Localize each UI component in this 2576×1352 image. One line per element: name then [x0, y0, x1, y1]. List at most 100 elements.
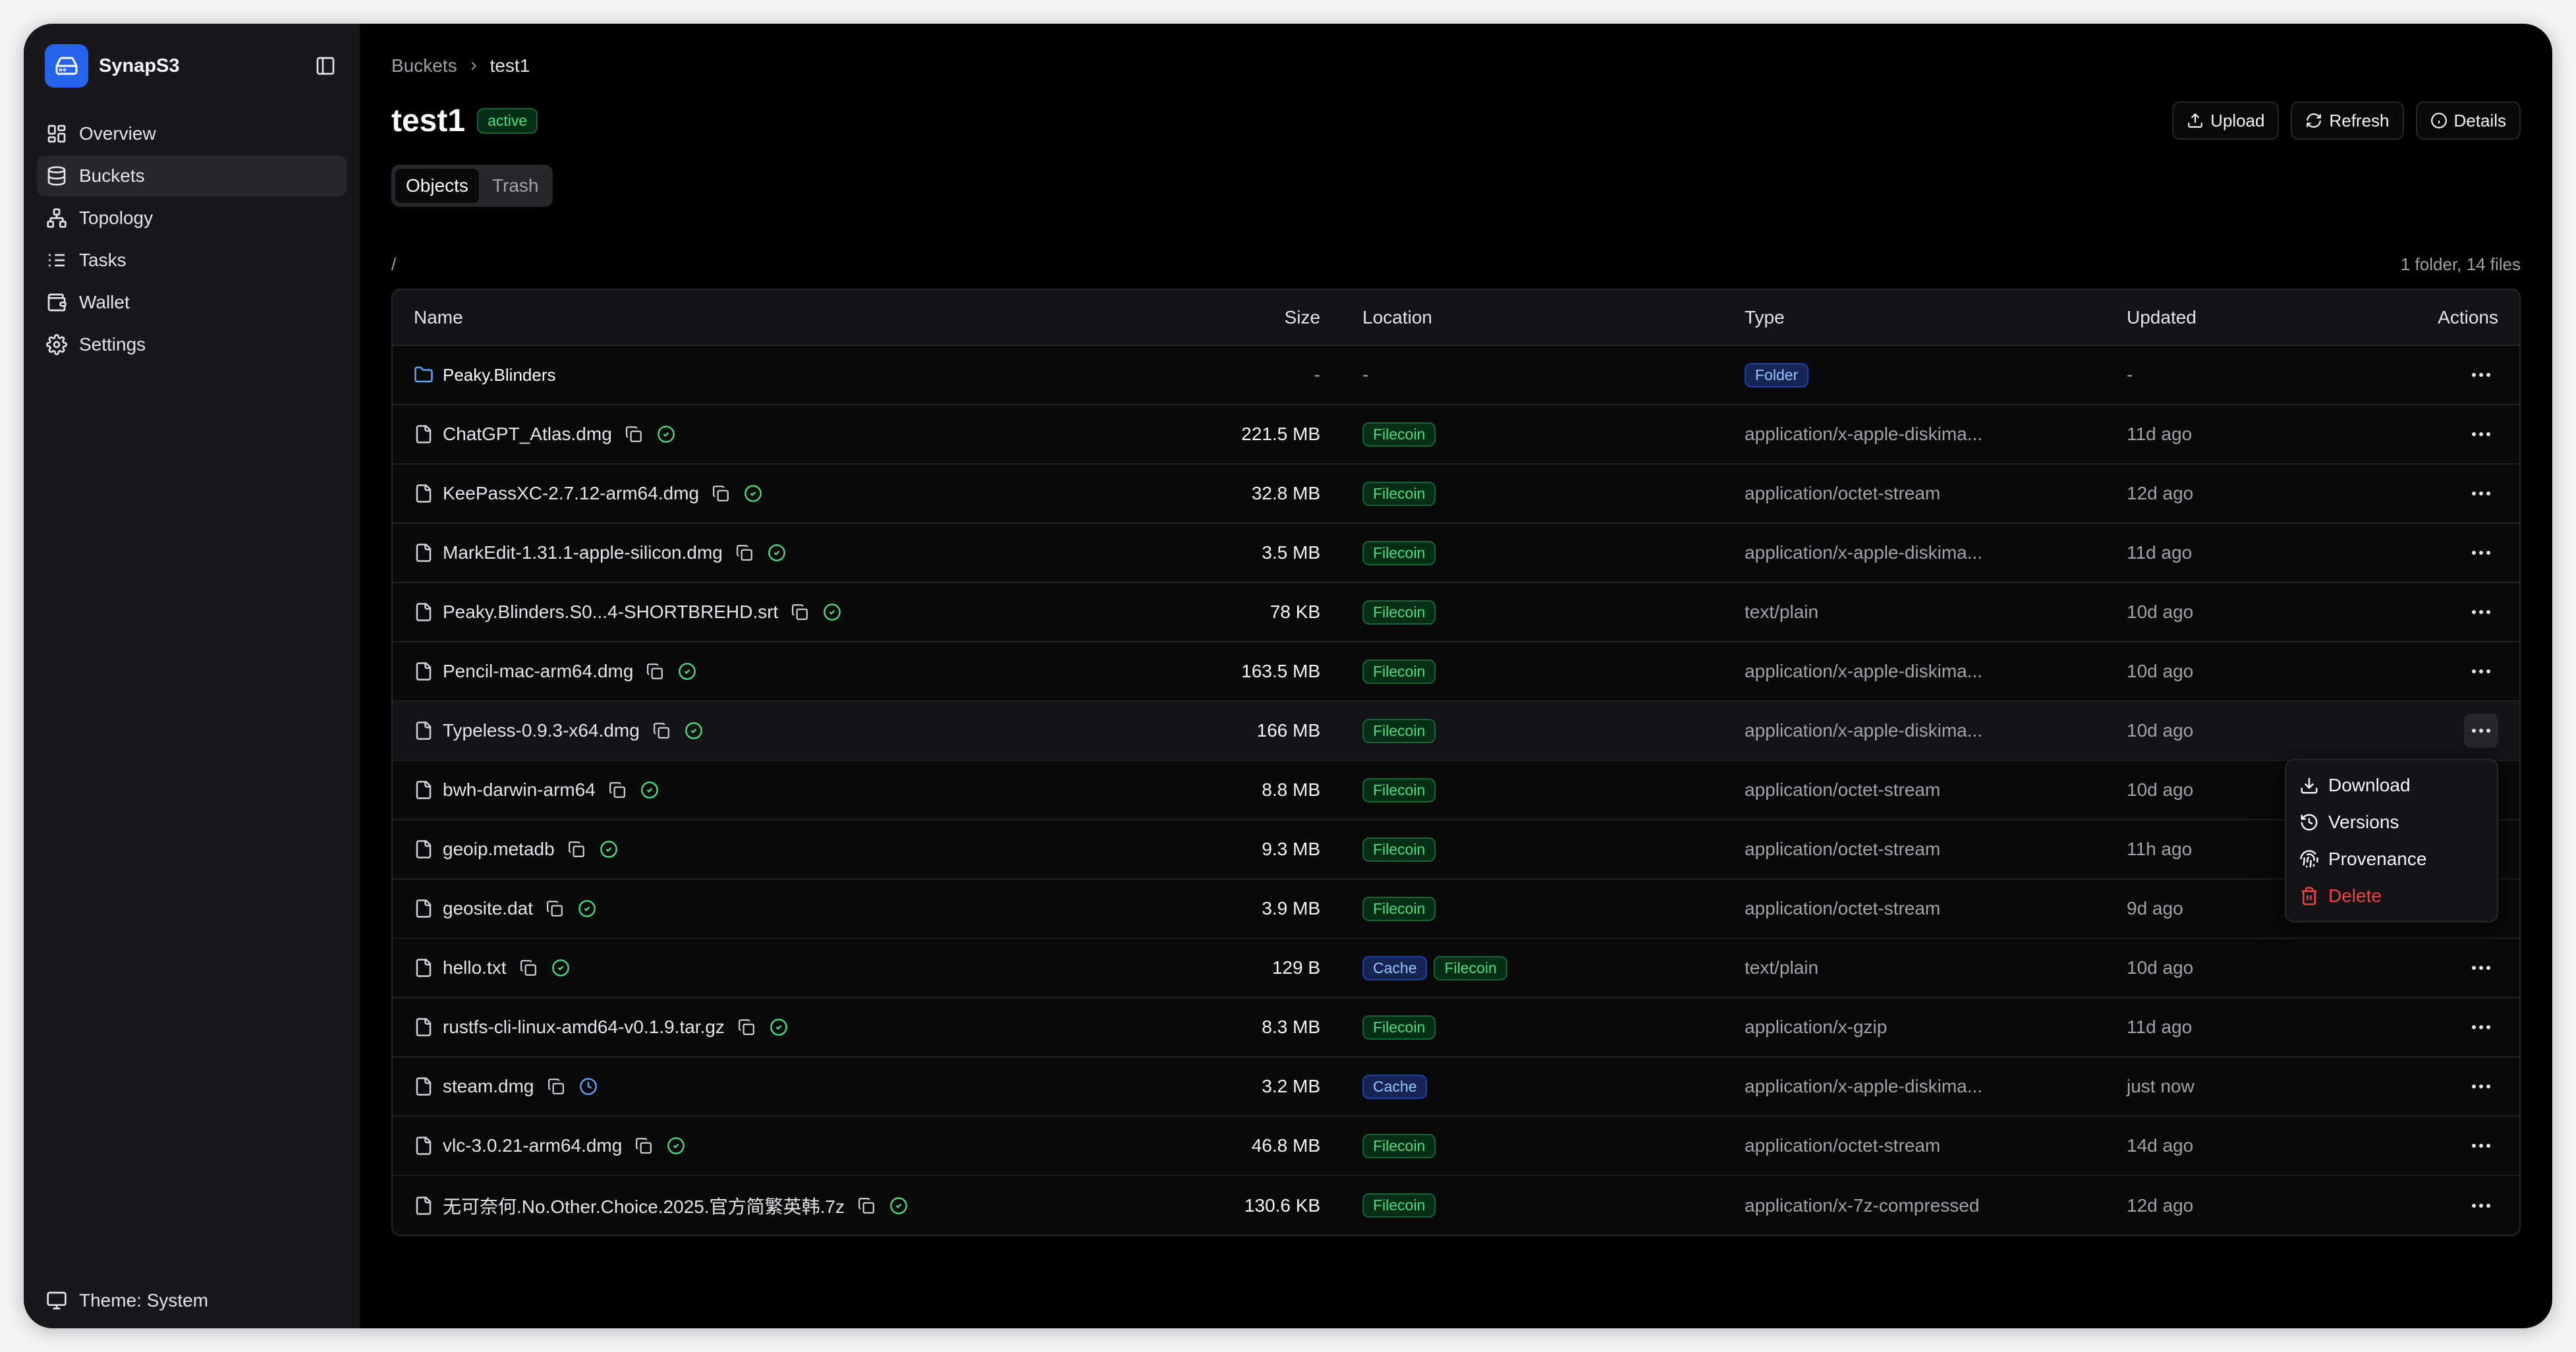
file-name[interactable]: steam.dmg: [443, 1076, 534, 1097]
more-actions-button[interactable]: [2464, 358, 2498, 392]
check-circle-icon: [770, 1019, 787, 1036]
table-row[interactable]: steam.dmg 3.2 MB Cache application/x-apple-…: [393, 1057, 2519, 1117]
check-circle-icon: [679, 663, 696, 680]
more-actions-button[interactable]: [2464, 595, 2498, 629]
file-name[interactable]: geoip.metadb: [443, 839, 555, 860]
theme-switcher[interactable]: Theme: System: [46, 1290, 208, 1311]
table-row[interactable]: Peaky.Blinders.S0...4-SHORTBREHD.srt 78 K…: [393, 582, 2519, 642]
more-actions-button[interactable]: [2464, 536, 2498, 570]
menu-item-provenance[interactable]: Provenance: [2291, 841, 2492, 878]
copy-icon[interactable]: [546, 900, 563, 917]
copy-icon[interactable]: [635, 1137, 652, 1154]
file-name[interactable]: geosite.dat: [443, 898, 533, 919]
sidebar-item-topology[interactable]: Topology: [37, 198, 347, 239]
sidebar-toggle-icon[interactable]: [312, 53, 339, 79]
more-actions-button[interactable]: [2464, 714, 2498, 748]
more-actions-button[interactable]: [2464, 417, 2498, 451]
table-row[interactable]: 无可奈何.No.Other.Choice.2025.官方简繁英韩.7z 130.6…: [393, 1175, 2519, 1235]
copy-icon[interactable]: [520, 959, 537, 976]
current-path[interactable]: /: [391, 254, 396, 275]
table-row[interactable]: vlc-3.0.21-arm64.dmg 46.8 MB Filecoin appli…: [393, 1116, 2519, 1176]
column-header-type[interactable]: Type: [1723, 290, 2106, 346]
check-circle-icon: [641, 781, 658, 799]
file-name[interactable]: 无可奈何.No.Other.Choice.2025.官方简繁英韩.7z: [443, 1193, 845, 1219]
column-header-location[interactable]: Location: [1341, 290, 1723, 346]
sidebar-item-buckets[interactable]: Buckets: [37, 155, 347, 196]
check-circle-icon: [600, 841, 617, 858]
copy-icon[interactable]: [736, 544, 753, 561]
table-row[interactable]: ChatGPT_Atlas.dmg 221.5 MB Filecoin applica…: [393, 405, 2519, 465]
copy-icon[interactable]: [646, 663, 663, 680]
file-name[interactable]: Typeless-0.9.3-x64.dmg: [443, 720, 640, 741]
refresh-button[interactable]: Refresh: [2291, 101, 2404, 140]
file-name[interactable]: MarkEdit-1.31.1-apple-silicon.dmg: [443, 542, 723, 563]
more-actions-button[interactable]: [2464, 1129, 2498, 1163]
file-size: 32.8 MB: [1183, 464, 1341, 524]
table-row[interactable]: hello.txt 129 B Cache Filecoin text/plain 10d…: [393, 938, 2519, 998]
trash-icon: [2301, 887, 2317, 905]
table-row[interactable]: rustfs-cli-linux-amd64-v0.1.9.tar.gz 8.3 …: [393, 998, 2519, 1057]
sidebar-item-label: Wallet: [79, 292, 130, 312]
row-context-menu: Download Versions Provenance Delete: [2285, 759, 2498, 922]
table-row[interactable]: KeePassXC-2.7.12-arm64.dmg 32.8 MB Filecoi…: [393, 464, 2519, 524]
copy-icon[interactable]: [568, 841, 585, 858]
sidebar-item-overview[interactable]: Overview: [37, 113, 347, 154]
copy-icon[interactable]: [791, 604, 808, 621]
tab-list: Objects Trash: [391, 165, 553, 207]
copy-icon[interactable]: [712, 485, 729, 502]
more-actions-button[interactable]: [2464, 1189, 2498, 1223]
more-actions-button[interactable]: [2464, 1010, 2498, 1044]
file-name[interactable]: bwh-darwin-arm64: [443, 779, 596, 801]
file-updated: 10d ago: [2106, 938, 2316, 998]
table-row[interactable]: geosite.dat 3.9 MB Filecoin application/oct…: [393, 879, 2519, 939]
column-header-name[interactable]: Name: [393, 290, 1183, 346]
column-header-size[interactable]: Size: [1183, 290, 1341, 346]
table-row[interactable]: MarkEdit-1.31.1-apple-silicon.dmg 3.5 MB F…: [393, 523, 2519, 583]
copy-icon[interactable]: [625, 426, 642, 443]
folder-name[interactable]: Peaky.Blinders: [443, 365, 556, 385]
details-label: Details: [2453, 110, 2506, 130]
menu-item-delete[interactable]: Delete: [2291, 878, 2492, 915]
table-row[interactable]: geoip.metadb 9.3 MB Filecoin application/oc…: [393, 820, 2519, 880]
breadcrumb-root[interactable]: Buckets: [391, 55, 457, 76]
more-actions-button[interactable]: [2464, 951, 2498, 985]
file-name[interactable]: ChatGPT_Atlas.dmg: [443, 424, 612, 445]
details-button[interactable]: Details: [2415, 101, 2521, 140]
tab-objects[interactable]: Objects: [395, 169, 479, 203]
app-name: SynapS3: [99, 55, 180, 76]
file-name[interactable]: hello.txt: [443, 957, 507, 978]
more-actions-button[interactable]: [2464, 476, 2498, 511]
table-row[interactable]: bwh-darwin-arm64 8.8 MB Filecoin applicatio…: [393, 760, 2519, 820]
file-size: 166 MB: [1183, 701, 1341, 761]
column-header-updated[interactable]: Updated: [2106, 290, 2316, 346]
file-name[interactable]: Pencil-mac-arm64.dmg: [443, 661, 633, 682]
file-name[interactable]: Peaky.Blinders.S0...4-SHORTBREHD.srt: [443, 602, 778, 623]
file-name[interactable]: KeePassXC-2.7.12-arm64.dmg: [443, 483, 699, 504]
menu-item-download[interactable]: Download: [2291, 767, 2492, 804]
table-header-row: Name Size Location Type Updated Actions: [393, 290, 2519, 346]
copy-icon[interactable]: [609, 781, 626, 799]
tab-trash[interactable]: Trash: [482, 169, 549, 203]
file-updated: 10d ago: [2106, 642, 2316, 702]
more-actions-button[interactable]: [2464, 654, 2498, 689]
file-name[interactable]: rustfs-cli-linux-amd64-v0.1.9.tar.gz: [443, 1017, 725, 1038]
upload-button[interactable]: Upload: [2172, 101, 2280, 140]
list-icon: [49, 254, 65, 267]
file-name[interactable]: vlc-3.0.21-arm64.dmg: [443, 1135, 622, 1156]
copy-icon[interactable]: [858, 1197, 875, 1214]
sidebar-item-tasks[interactable]: Tasks: [37, 240, 347, 281]
table-row[interactable]: Typeless-0.9.3-x64.dmg 166 MB Filecoin appl…: [393, 701, 2519, 761]
table-row[interactable]: Pencil-mac-arm64.dmg 163.5 MB Filecoin appl…: [393, 642, 2519, 702]
brand[interactable]: SynapS3: [37, 43, 347, 88]
copy-icon[interactable]: [653, 722, 670, 739]
check-circle-icon: [768, 544, 785, 561]
menu-item-versions[interactable]: Versions: [2291, 804, 2492, 841]
sidebar-item-settings[interactable]: Settings: [37, 324, 347, 365]
copy-icon[interactable]: [547, 1078, 565, 1095]
sidebar-item-wallet[interactable]: Wallet: [37, 282, 347, 323]
folder-row[interactable]: Peaky.Blinders - - Folder -: [393, 345, 2519, 405]
path-row: / 1 folder, 14 files: [391, 254, 2521, 275]
more-actions-button[interactable]: [2464, 1069, 2498, 1104]
copy-icon[interactable]: [738, 1019, 755, 1036]
file-icon: [416, 959, 432, 977]
